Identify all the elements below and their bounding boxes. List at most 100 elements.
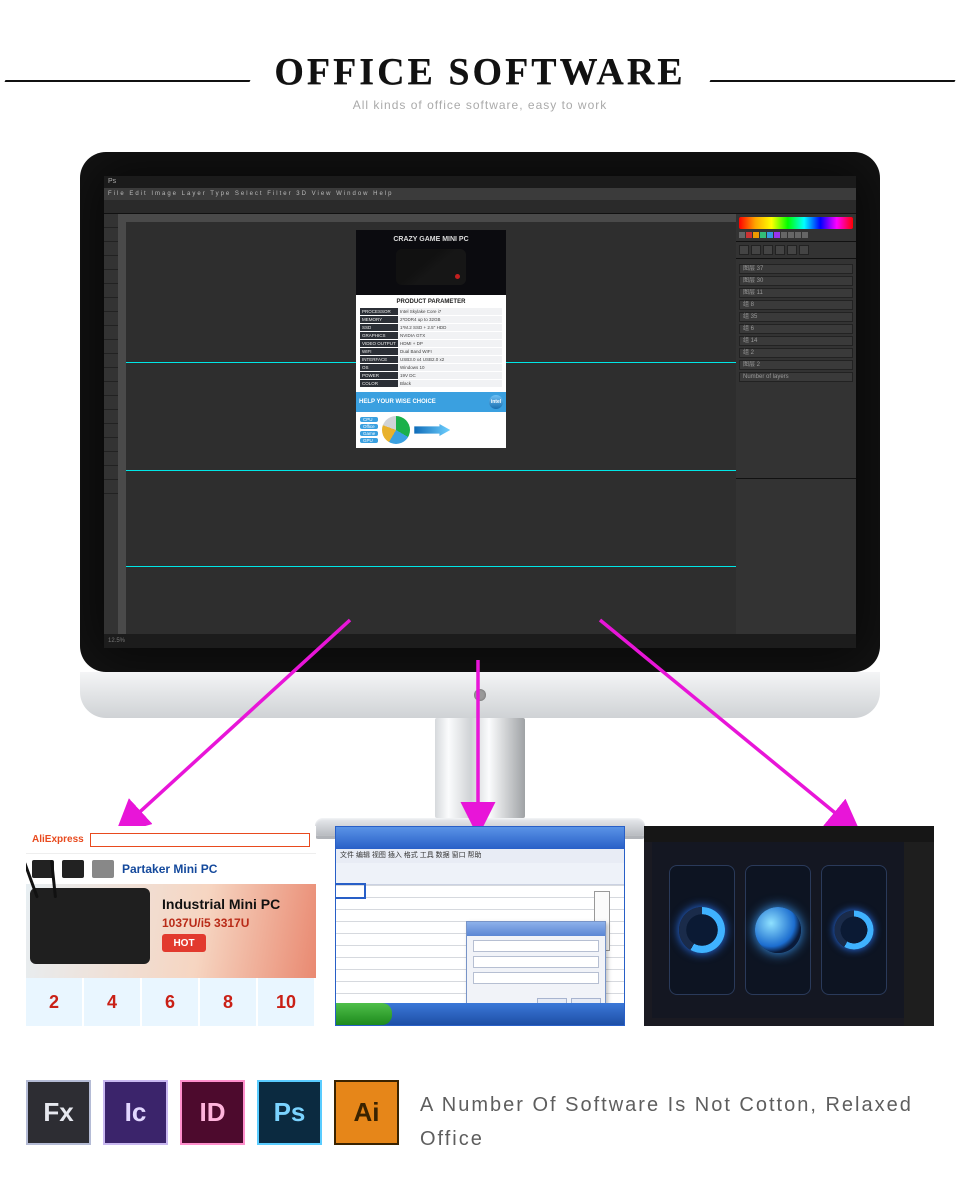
product-hero: Industrial Mini PC 1037U/i5 3317U HOT — [26, 884, 316, 978]
tools-panel[interactable] — [104, 214, 118, 634]
app-titlebar: Ps — [104, 176, 856, 188]
specs-title: PRODUCT PARAMETER — [360, 299, 502, 305]
dialog-input[interactable] — [473, 972, 599, 984]
start-button[interactable] — [336, 1003, 392, 1025]
page-subtitle: All kinds of office software, easy to wo… — [0, 98, 960, 112]
layer-row[interactable]: 组 2 — [739, 348, 853, 358]
software-icons: Fx Ic ID Ps Ai — [26, 1080, 399, 1145]
layer-row[interactable]: 图层 37 — [739, 264, 853, 274]
footer-text: A Number Of Software Is Not Cotton, Rela… — [420, 1088, 934, 1156]
dialog-input[interactable] — [473, 940, 599, 952]
ruler-horizontal — [118, 214, 736, 222]
window-titlebar — [336, 827, 624, 849]
hot-badge: HOT — [162, 934, 206, 952]
dialog[interactable] — [466, 921, 606, 1015]
incopy-icon: Ic — [103, 1080, 168, 1145]
store-logo: AliExpress — [32, 834, 84, 845]
hero-title: Industrial Mini PC — [162, 896, 280, 912]
spec-key: INTERFACE — [360, 356, 398, 363]
screen: Ps File Edit Image Layer Type Select Fil… — [104, 176, 856, 648]
artboard-specs: PRODUCT PARAMETER PROCESSORIntel Skylake… — [356, 295, 506, 392]
thumbnail-browser: AliExpress Partaker Mini PC Industrial M… — [26, 826, 316, 1026]
spec-key: OS — [360, 364, 398, 371]
num-cell: 4 — [84, 978, 142, 1026]
phone-mock-icon — [745, 865, 811, 995]
color-spectrum[interactable] — [739, 217, 853, 229]
excel-toolbar[interactable] — [336, 863, 624, 885]
intel-badge: intel — [489, 395, 503, 409]
spec-val: NVIDIA GTX — [398, 332, 502, 339]
spec-key: GRAPHICS — [360, 332, 398, 339]
dialog-input[interactable] — [473, 956, 599, 968]
store-nav: Partaker Mini PC — [26, 854, 316, 884]
spec-val: 1*M.2 SSD + 2.5'' HDD — [398, 324, 502, 331]
hero-title: CRAZY GAME MINI PC — [356, 236, 506, 243]
arrow-icon — [414, 424, 450, 436]
num-cell: 2 — [26, 978, 84, 1026]
monitor-chin — [80, 672, 880, 718]
app-badge: Ps — [108, 178, 116, 185]
dialog-titlebar[interactable] — [467, 922, 605, 936]
panels-right[interactable]: 图层 37 图层 30 图层 11 组 8 组 35 组 6 组 14 组 2 … — [736, 214, 856, 634]
monitor-stand-neck — [435, 718, 525, 818]
design-canvas[interactable] — [652, 842, 904, 1018]
color-panel[interactable] — [736, 214, 856, 242]
layer-row[interactable]: 组 6 — [739, 324, 853, 334]
spec-val: HDMI + DP — [398, 340, 502, 347]
app-toolbar[interactable] — [644, 826, 934, 842]
brand-title: Partaker Mini PC — [122, 862, 217, 876]
thumbnail-spreadsheet: 文件 编辑 视图 插入 格式 工具 数据 窗口 帮助 — [335, 826, 625, 1026]
page-title: OFFICE SOFTWARE — [274, 50, 685, 94]
layers-panel[interactable]: 图层 37 图层 30 图层 11 组 8 组 35 组 6 组 14 组 2 … — [736, 259, 856, 479]
hero-subtitle: 1037U/i5 3317U — [162, 916, 249, 930]
legend-item: CPU — [360, 417, 378, 422]
artboard: CRAZY GAME MINI PC PRODUCT PARAMETER PRO… — [356, 230, 506, 448]
page-header: OFFICE SOFTWARE All kinds of office soft… — [0, 0, 960, 122]
spec-key: COLOR — [360, 380, 398, 387]
excel-menubar[interactable]: 文件 编辑 视图 插入 格式 工具 数据 窗口 帮助 — [336, 849, 624, 863]
indesign-icon: ID — [180, 1080, 245, 1145]
browser-header: AliExpress — [26, 826, 316, 854]
spec-val: 2*DDR4 up to 32GB — [398, 316, 502, 323]
num-cell: 8 — [200, 978, 258, 1026]
spec-val: Intel Skylake Core i7 — [398, 308, 502, 315]
photoshop-icon: Ps — [257, 1080, 322, 1145]
monitor-logo-icon — [474, 689, 486, 701]
swatches[interactable] — [739, 232, 853, 238]
app-options-bar[interactable] — [104, 200, 856, 214]
spreadsheet-grid[interactable] — [336, 885, 624, 1005]
spec-val: 19V DC — [398, 372, 502, 379]
illustrator-icon: Ai — [334, 1080, 399, 1145]
layer-row[interactable]: 组 8 — [739, 300, 853, 310]
cell-selection[interactable] — [336, 885, 364, 897]
adjustments-panel[interactable] — [736, 242, 856, 259]
mini-icon — [62, 860, 84, 878]
chart-legend: CPU Office Game GPU — [360, 417, 378, 443]
layer-row[interactable]: 组 35 — [739, 312, 853, 322]
phone-mock-icon — [669, 865, 735, 995]
spec-val: USB3.0 x4 USB2.0 x2 — [398, 356, 502, 363]
layer-row[interactable]: Number of layers — [739, 372, 853, 382]
mini-icon — [92, 860, 114, 878]
layer-row[interactable]: 组 14 — [739, 336, 853, 346]
search-input[interactable] — [90, 833, 310, 847]
header-rule-right — [710, 80, 956, 82]
monitor-bezel: Ps File Edit Image Layer Type Select Fil… — [80, 152, 880, 672]
guide-line — [126, 566, 736, 567]
thumbnails-row: AliExpress Partaker Mini PC Industrial M… — [0, 826, 960, 1026]
spec-key: VIDEO OUTPUT — [360, 340, 398, 347]
spec-key: SSD — [360, 324, 398, 331]
panels-right[interactable] — [904, 842, 934, 1026]
app-menubar[interactable]: File Edit Image Layer Type Select Filter… — [104, 188, 856, 200]
artboard-blue-bar: HELP YOUR WISE CHOICE intel — [356, 392, 506, 412]
layer-row[interactable]: 图层 11 — [739, 288, 853, 298]
canvas[interactable]: CRAZY GAME MINI PC PRODUCT PARAMETER PRO… — [126, 222, 736, 634]
gauge-icon — [834, 910, 873, 949]
flex-icon: Fx — [26, 1080, 91, 1145]
legend-item: GPU — [360, 438, 378, 443]
spec-val: Dual Band WIFI — [398, 348, 502, 355]
globe-icon — [755, 907, 801, 953]
blue-bar-text: HELP YOUR WISE CHOICE — [359, 399, 436, 405]
layer-row[interactable]: 图层 30 — [739, 276, 853, 286]
layer-row[interactable]: 图层 2 — [739, 360, 853, 370]
